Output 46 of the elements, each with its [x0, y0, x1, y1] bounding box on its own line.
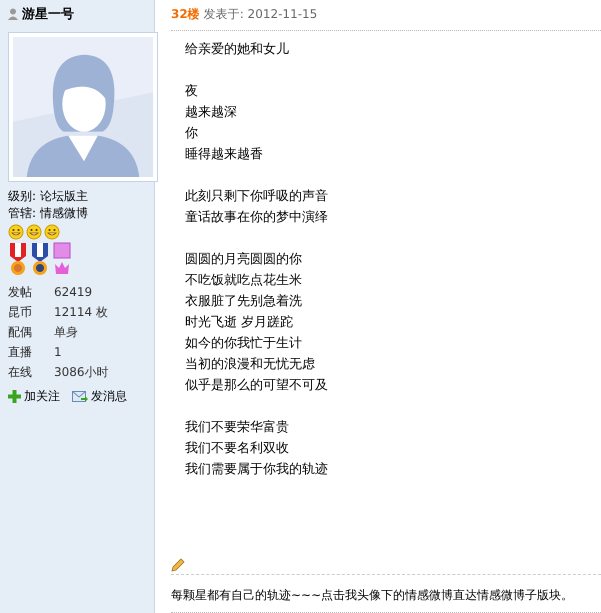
medal-icon: [8, 242, 28, 276]
poem-line: 似乎是那么的可望不可及: [185, 377, 329, 395]
poem-line: 如今的你我忙于生计: [185, 335, 303, 353]
poem-line: 给亲爱的她和女儿: [185, 41, 290, 59]
stat-label: 昆币: [8, 304, 33, 320]
stat-value: 1: [54, 345, 62, 359]
poem-line: 当初的浪漫和无忧无虑: [185, 356, 316, 374]
stat-value: 3086小时: [54, 364, 109, 380]
poem-line: 不吃饭就吃点花生米: [185, 272, 303, 290]
stat-value: 12114 枚: [54, 304, 108, 320]
poem-line: 此刻只剩下你呼吸的声音: [185, 188, 329, 206]
poem-line: 我们不要名利双收: [185, 440, 290, 458]
user-icon: [8, 8, 18, 20]
post-date: 发表于: 2012-11-15: [204, 6, 318, 22]
follow-link[interactable]: 加关注: [8, 388, 60, 405]
poem-line: 童话故事在你的梦中演绎: [185, 209, 329, 227]
poem-line: 衣服脏了先别急着洗: [185, 293, 303, 311]
stat-label: 在线: [8, 364, 33, 380]
stat-value: 单身: [54, 324, 78, 340]
poem-line: 夜: [185, 83, 199, 101]
pencil-icon: [171, 558, 185, 572]
poem-line: 你: [185, 125, 199, 143]
signature-text: 每颗星都有自己的轨迹~~~点击我头像下的情感微博直达情感微博子版块。: [171, 587, 574, 604]
stat-label: 配偶: [8, 324, 33, 340]
smiley-icon: [44, 224, 60, 240]
crown-medal-icon: [52, 242, 72, 276]
poem-line: 睡得越来越香: [185, 146, 264, 164]
poem-line: 圆圆的月亮圆圆的你: [185, 251, 303, 269]
message-link[interactable]: 发消息: [72, 388, 127, 405]
poem-line: 时光飞逝 岁月蹉跎: [185, 314, 294, 332]
smiley-icon: [8, 224, 24, 240]
smiley-icon: [26, 224, 42, 240]
floor-number: 32楼: [171, 6, 200, 22]
manages-text: 管辖: 情感微博: [8, 205, 89, 222]
stat-label: 发帖: [8, 284, 33, 300]
username[interactable]: 游星一号: [22, 5, 74, 23]
stat-value: 62419: [54, 285, 92, 299]
level-text: 级别: 论坛版主: [8, 188, 89, 205]
medal-icon: [30, 242, 50, 276]
poem-line: 我们需要属于你我的轨迹: [185, 461, 329, 479]
stat-label: 直播: [8, 344, 33, 360]
poem-line: 我们不要荣华富贵: [185, 419, 290, 437]
poem-line: 越来越深: [185, 104, 238, 122]
plus-icon: [8, 390, 21, 403]
envelope-icon: [72, 390, 88, 402]
avatar[interactable]: [8, 32, 158, 182]
